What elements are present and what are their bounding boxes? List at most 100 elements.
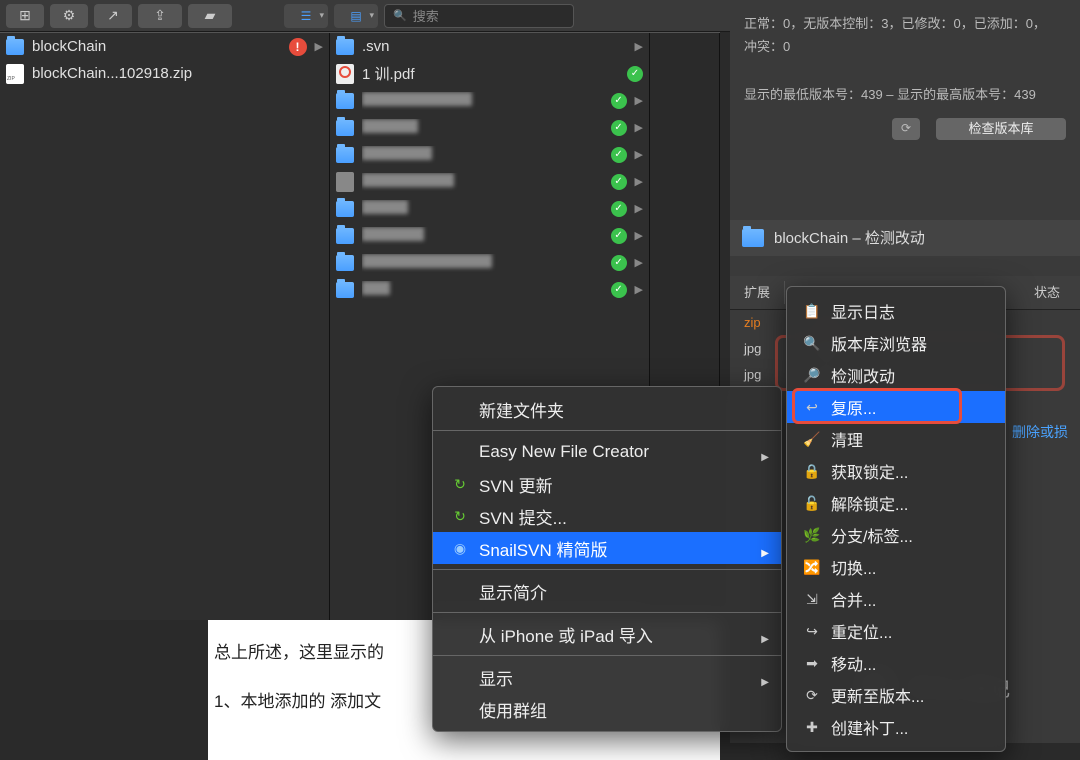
folder-icon <box>336 39 354 55</box>
file-row[interactable]: ✓▶ <box>330 87 649 114</box>
menu-item[interactable]: 新建文件夹 <box>433 393 781 425</box>
menu-item-icon: 🔀 <box>803 559 821 576</box>
file-row[interactable]: ✓▶ <box>330 222 649 249</box>
menu-item[interactable]: ↪ 重定位... <box>787 615 1005 647</box>
action-dropdown[interactable]: ▤ <box>334 4 378 28</box>
menu-item-icon: 🔎 <box>803 367 821 384</box>
folder-icon <box>336 282 354 298</box>
file-icon <box>336 172 354 192</box>
menu-item-label: 新建文件夹 <box>479 397 564 422</box>
menu-item-icon: 📋 <box>803 303 821 320</box>
menu-separator <box>433 655 781 656</box>
menu-separator <box>433 430 781 431</box>
menu-item-label: 重定位... <box>831 619 892 643</box>
chevron-icon: ▶ <box>635 256 643 269</box>
menu-item-icon: ↪ <box>803 623 821 640</box>
menu-separator <box>433 569 781 570</box>
status-ok-icon: ✓ <box>627 66 643 82</box>
menu-item-label: 分支/标签... <box>831 523 913 547</box>
menu-item[interactable]: ◉ SnailSVN 精简版 <box>433 532 781 564</box>
menu-item-label: 版本库浏览器 <box>831 331 927 355</box>
menu-item[interactable]: 🔍版本库浏览器 <box>787 327 1005 359</box>
check-repo-button[interactable]: 检查版本库 <box>936 118 1066 140</box>
menu-item[interactable]: 显示简介 <box>433 575 781 607</box>
status-ok-icon: ✓ <box>611 120 627 136</box>
reload-button[interactable]: ⟳ <box>892 118 920 140</box>
status-ok-icon: ✓ <box>611 255 627 271</box>
menu-item-label: 清理 <box>831 427 863 451</box>
file-row[interactable]: ✓▶ <box>330 141 649 168</box>
file-row[interactable]: ✓▶ <box>330 276 649 303</box>
menu-item[interactable]: 从 iPhone 或 iPad 导入 <box>433 618 781 650</box>
file-row[interactable]: ✓▶ <box>330 195 649 222</box>
file-name: 1 训.pdf <box>362 63 619 84</box>
menu-item[interactable]: 📋显示日志 <box>787 295 1005 327</box>
tag-icon-btn[interactable]: ▰ <box>188 4 232 28</box>
menu-item[interactable]: 显示 <box>433 661 781 693</box>
menu-item-label: 解除锁定... <box>831 491 908 515</box>
menu-item[interactable]: 🧹 清理 <box>787 423 1005 455</box>
menu-item-icon: ➡ <box>803 655 821 672</box>
sort-dropdown[interactable]: ☰ <box>284 4 328 28</box>
blurred-name <box>362 254 492 268</box>
menu-item-icon: ◉ <box>451 540 469 557</box>
menu-item[interactable]: 使用群组 <box>433 693 781 725</box>
ext-cell: jpg <box>744 337 778 360</box>
menu-item[interactable]: ➡移动... <box>787 647 1005 679</box>
blurred-name <box>362 92 472 106</box>
menu-item-label: 更新至版本... <box>831 683 924 707</box>
menu-item-label: 创建补丁... <box>831 715 908 739</box>
menu-item-label: 获取锁定... <box>831 459 908 483</box>
menu-item[interactable]: ↩复原... <box>787 391 1005 423</box>
menu-item-label: 使用群组 <box>479 697 547 722</box>
view-icon-btn[interactable]: ⊞ <box>6 4 44 28</box>
blurred-name <box>362 146 432 160</box>
menu-item-icon: 🔒 <box>803 463 821 480</box>
col-ext[interactable]: 扩展 <box>730 281 785 304</box>
menu-item[interactable]: 🔎 检测改动 <box>787 359 1005 391</box>
menu-item-label: 复原... <box>831 395 876 419</box>
file-row[interactable]: 1 训.pdf ✓ <box>330 60 649 87</box>
file-row[interactable]: .svn▶ <box>330 33 649 60</box>
menu-item[interactable]: 🔀切换... <box>787 551 1005 583</box>
menu-item-label: 检测改动 <box>831 363 895 387</box>
file-row[interactable]: ✓▶ <box>330 114 649 141</box>
menu-item[interactable]: ↻SVN 更新 <box>433 468 781 500</box>
blurred-name <box>362 200 408 214</box>
menu-item[interactable]: 🌿分支/标签... <box>787 519 1005 551</box>
folder-icon <box>6 39 24 55</box>
menu-item-label: SnailSVN 精简版 <box>479 536 607 561</box>
menu-item[interactable]: ⟳更新至版本... <box>787 679 1005 711</box>
delete-link[interactable]: 删除或损 <box>1012 420 1068 445</box>
status-ok-icon: ✓ <box>611 174 627 190</box>
menu-item-label: 从 iPhone 或 iPad 导入 <box>479 622 653 647</box>
alert-badge-icon: ! <box>289 38 307 56</box>
menu-item[interactable]: 🔓解除锁定... <box>787 487 1005 519</box>
file-row[interactable]: blockChain...102918.zip <box>0 60 329 87</box>
menu-item-icon: 🧹 <box>803 431 821 448</box>
context-menu-main[interactable]: 新建文件夹 Easy New File Creator ↻SVN 更新↻SVN 提交… <box>432 386 782 732</box>
chevron-icon: ▶ <box>635 148 643 161</box>
file-row[interactable]: blockChain!▶ <box>0 33 329 60</box>
menu-item[interactable]: ⇲合并... <box>787 583 1005 615</box>
file-row[interactable]: ✓▶ <box>330 249 649 276</box>
menu-item[interactable]: ✚创建补丁... <box>787 711 1005 743</box>
chevron-icon: ▶ <box>635 202 643 215</box>
search-input[interactable]: 搜索 <box>384 4 574 28</box>
gear-icon-btn[interactable]: ⚙ <box>50 4 88 28</box>
chevron-icon: ▶ <box>635 175 643 188</box>
menu-item[interactable]: 🔒 获取锁定... <box>787 455 1005 487</box>
menu-item-label: SVN 提交... <box>479 504 567 529</box>
share-icon-btn[interactable]: ⇪ <box>138 4 182 28</box>
blurred-name <box>362 281 390 295</box>
file-row[interactable]: ✓▶ <box>330 168 649 195</box>
menu-item[interactable]: Easy New File Creator <box>433 436 781 468</box>
menu-item-label: Easy New File Creator <box>479 442 649 462</box>
col-state[interactable]: 状态 <box>1020 281 1080 304</box>
status-ok-icon: ✓ <box>611 93 627 109</box>
folder-icon <box>336 147 354 163</box>
zip-icon <box>6 64 24 84</box>
menu-item[interactable]: ↻SVN 提交... <box>433 500 781 532</box>
context-menu-snailsvn[interactable]: 📋显示日志🔍版本库浏览器 🔎 检测改动 ↩复原... 🧹 清理 🔒 获取锁定... 🔓解除锁定.… <box>786 286 1006 752</box>
arrow-icon-btn[interactable]: ↗ <box>94 4 132 28</box>
